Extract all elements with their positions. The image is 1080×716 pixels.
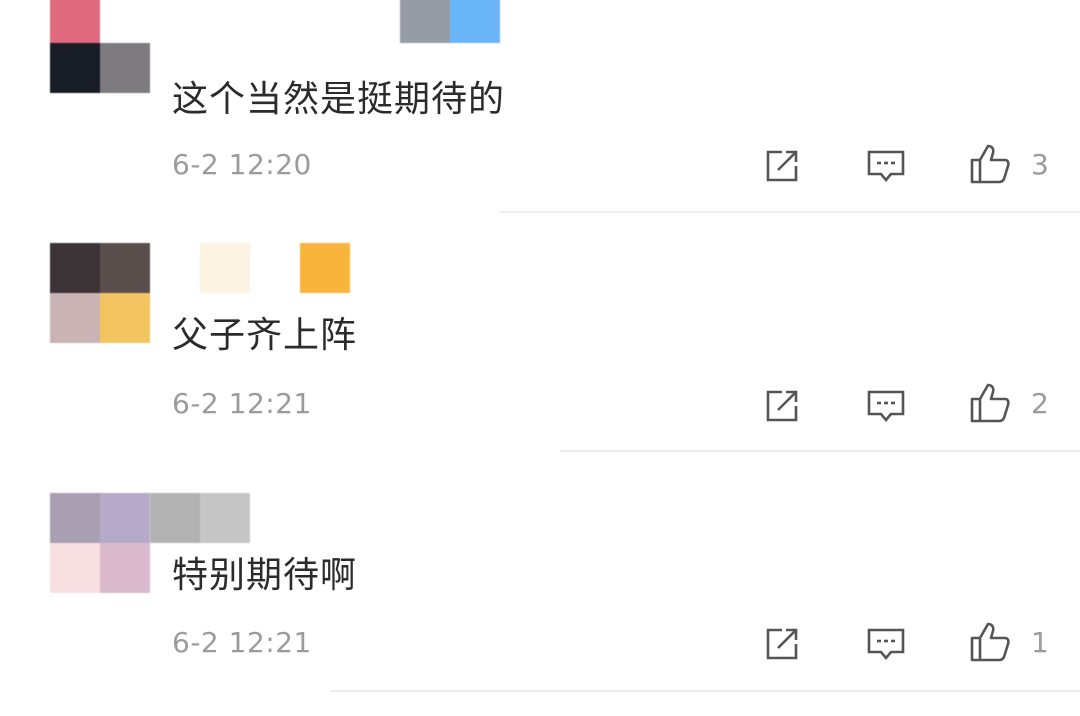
- share-icon: [766, 150, 798, 182]
- avatar[interactable]: [50, 0, 150, 93]
- comment-list: 这个当然是挺期待的 6-2 12:20 3 父子齐上阵 6-2 12:21 2 …: [0, 0, 1080, 716]
- thumbs-up-icon: [970, 144, 1010, 184]
- comment-icon: [867, 390, 905, 423]
- comment-text: 这个当然是挺期待的: [172, 79, 506, 120]
- thumbs-up-icon: [970, 383, 1010, 423]
- reply-button[interactable]: [864, 384, 908, 428]
- comment-item: 这个当然是挺期待的 6-2 12:20 3: [0, 0, 1080, 214]
- username-redacted: [200, 243, 350, 293]
- divider: [560, 450, 1080, 452]
- comment-time: 6-2 12:20: [172, 148, 312, 181]
- share-button[interactable]: [760, 144, 804, 188]
- share-icon: [766, 628, 798, 660]
- comment-icon: [867, 628, 905, 661]
- like-count: 2: [1031, 387, 1049, 420]
- avatar[interactable]: [50, 493, 150, 593]
- share-button[interactable]: [760, 384, 804, 428]
- like-count: 3: [1031, 148, 1049, 181]
- share-button[interactable]: [760, 622, 804, 666]
- reply-button[interactable]: [864, 622, 908, 666]
- comment-text: 特别期待啊: [172, 555, 358, 596]
- comment-icon: [867, 150, 905, 183]
- reply-button[interactable]: [864, 144, 908, 188]
- like-count: 1: [1031, 626, 1049, 659]
- avatar[interactable]: [50, 243, 150, 343]
- thumbs-up-icon: [970, 622, 1010, 662]
- comment-text: 父子齐上阵: [172, 315, 358, 356]
- divider: [500, 211, 1080, 213]
- username-redacted: [150, 493, 250, 543]
- divider: [330, 690, 1080, 692]
- like-button[interactable]: [968, 142, 1012, 186]
- comment-time: 6-2 12:21: [172, 387, 312, 420]
- comment-item: 特别期待啊 6-2 12:21 1: [0, 454, 1080, 716]
- username-redacted: [400, 0, 500, 43]
- like-button[interactable]: [968, 620, 1012, 664]
- share-icon: [766, 390, 798, 422]
- comment-item: 父子齐上阵 6-2 12:21 2: [0, 214, 1080, 454]
- like-button[interactable]: [968, 381, 1012, 425]
- comment-time: 6-2 12:21: [172, 626, 312, 659]
